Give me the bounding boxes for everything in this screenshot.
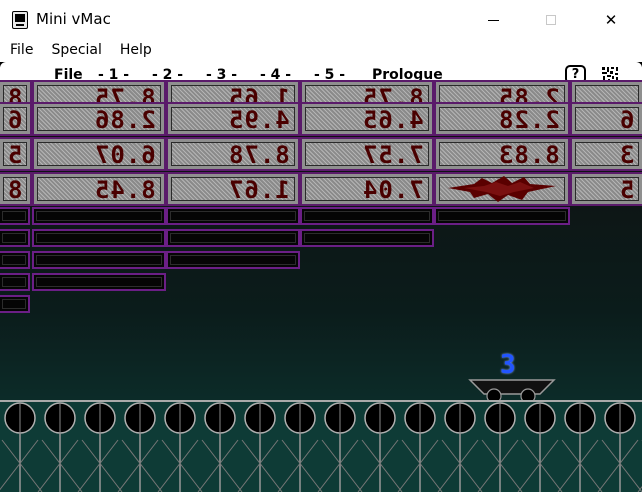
score-tile: 4.95	[166, 102, 300, 136]
close-button[interactable]: ✕	[588, 0, 634, 40]
score-value: 6.07	[94, 141, 156, 169]
score-value: 2.86	[94, 106, 156, 134]
empty-cell	[32, 207, 166, 225]
score-tile: 6	[0, 102, 32, 136]
window-menu-bar: File Special Help	[0, 40, 642, 62]
score-value: 4.95	[228, 106, 290, 134]
score-tile: 6.07	[32, 137, 166, 171]
score-value: 2.28	[498, 106, 560, 134]
score-tile: 2.28	[434, 102, 570, 136]
score-value: 5	[6, 141, 22, 169]
score-value: 8	[6, 176, 22, 204]
score-value: 6	[6, 106, 22, 134]
menu-special[interactable]: Special	[41, 40, 109, 62]
empty-cell	[32, 229, 166, 247]
game-area[interactable]: 8 8.75 1.65 8.75 2.85 6 2.86 4.95 4.65 2…	[0, 80, 642, 492]
score-tile: 5	[0, 137, 32, 171]
window-title: Mini vMac	[36, 10, 111, 28]
score-value: 1.67	[228, 176, 290, 204]
score-tile: 8.45	[32, 172, 166, 206]
score-value: 7.57	[362, 141, 424, 169]
empty-cell	[0, 273, 30, 291]
title-bar: Mini vMac ✕	[0, 0, 642, 40]
minimize-button[interactable]	[470, 0, 516, 40]
menu-help[interactable]: Help	[110, 40, 160, 62]
empty-cell	[0, 295, 30, 313]
empty-cell	[32, 251, 166, 269]
score-tile: 6	[570, 102, 642, 136]
empty-cell	[166, 229, 300, 247]
empty-cell	[0, 229, 30, 247]
score-value: 4.65	[362, 106, 424, 134]
score-tile: 7.57	[300, 137, 434, 171]
score-tile: 8	[0, 172, 32, 206]
empty-cell	[166, 207, 300, 225]
score-tile: 5	[570, 172, 642, 206]
menu-file[interactable]: File	[0, 40, 41, 62]
empty-cell	[32, 273, 166, 291]
empty-cell	[300, 207, 434, 225]
empty-cell	[0, 251, 30, 269]
mini-vmac-icon	[12, 11, 28, 29]
score-tile: 1.67	[166, 172, 300, 206]
score-tile: 8.78	[166, 137, 300, 171]
score-tile: 2.86	[32, 102, 166, 136]
maximize-icon	[546, 15, 556, 25]
score-value: 8.45	[94, 176, 156, 204]
score-value: 7.04	[362, 176, 424, 204]
score-tile: 8.83	[434, 137, 570, 171]
empty-cell	[300, 229, 434, 247]
floor	[0, 400, 642, 492]
score-value: 8.78	[228, 141, 290, 169]
score-value: 8.83	[498, 141, 560, 169]
emulator-screen[interactable]: File - 1 - - 2 - - 3 - - 4 - - 5 - Prolo…	[0, 62, 642, 492]
countdown-number: 3	[500, 350, 516, 380]
close-icon: ✕	[604, 11, 618, 29]
score-value: 5	[618, 176, 634, 204]
minimize-icon	[487, 19, 499, 21]
score-value: 3	[618, 141, 634, 169]
score-tile: 3	[570, 137, 642, 171]
empty-cell	[434, 207, 570, 225]
maximize-button[interactable]	[528, 0, 574, 40]
score-tile: 4.65	[300, 102, 434, 136]
score-tile-broken	[434, 172, 570, 206]
score-tile: 7.04	[300, 172, 434, 206]
splat-icon	[448, 176, 556, 202]
score-value: 6	[618, 106, 634, 134]
empty-cell	[0, 207, 30, 225]
empty-cell	[166, 251, 300, 269]
